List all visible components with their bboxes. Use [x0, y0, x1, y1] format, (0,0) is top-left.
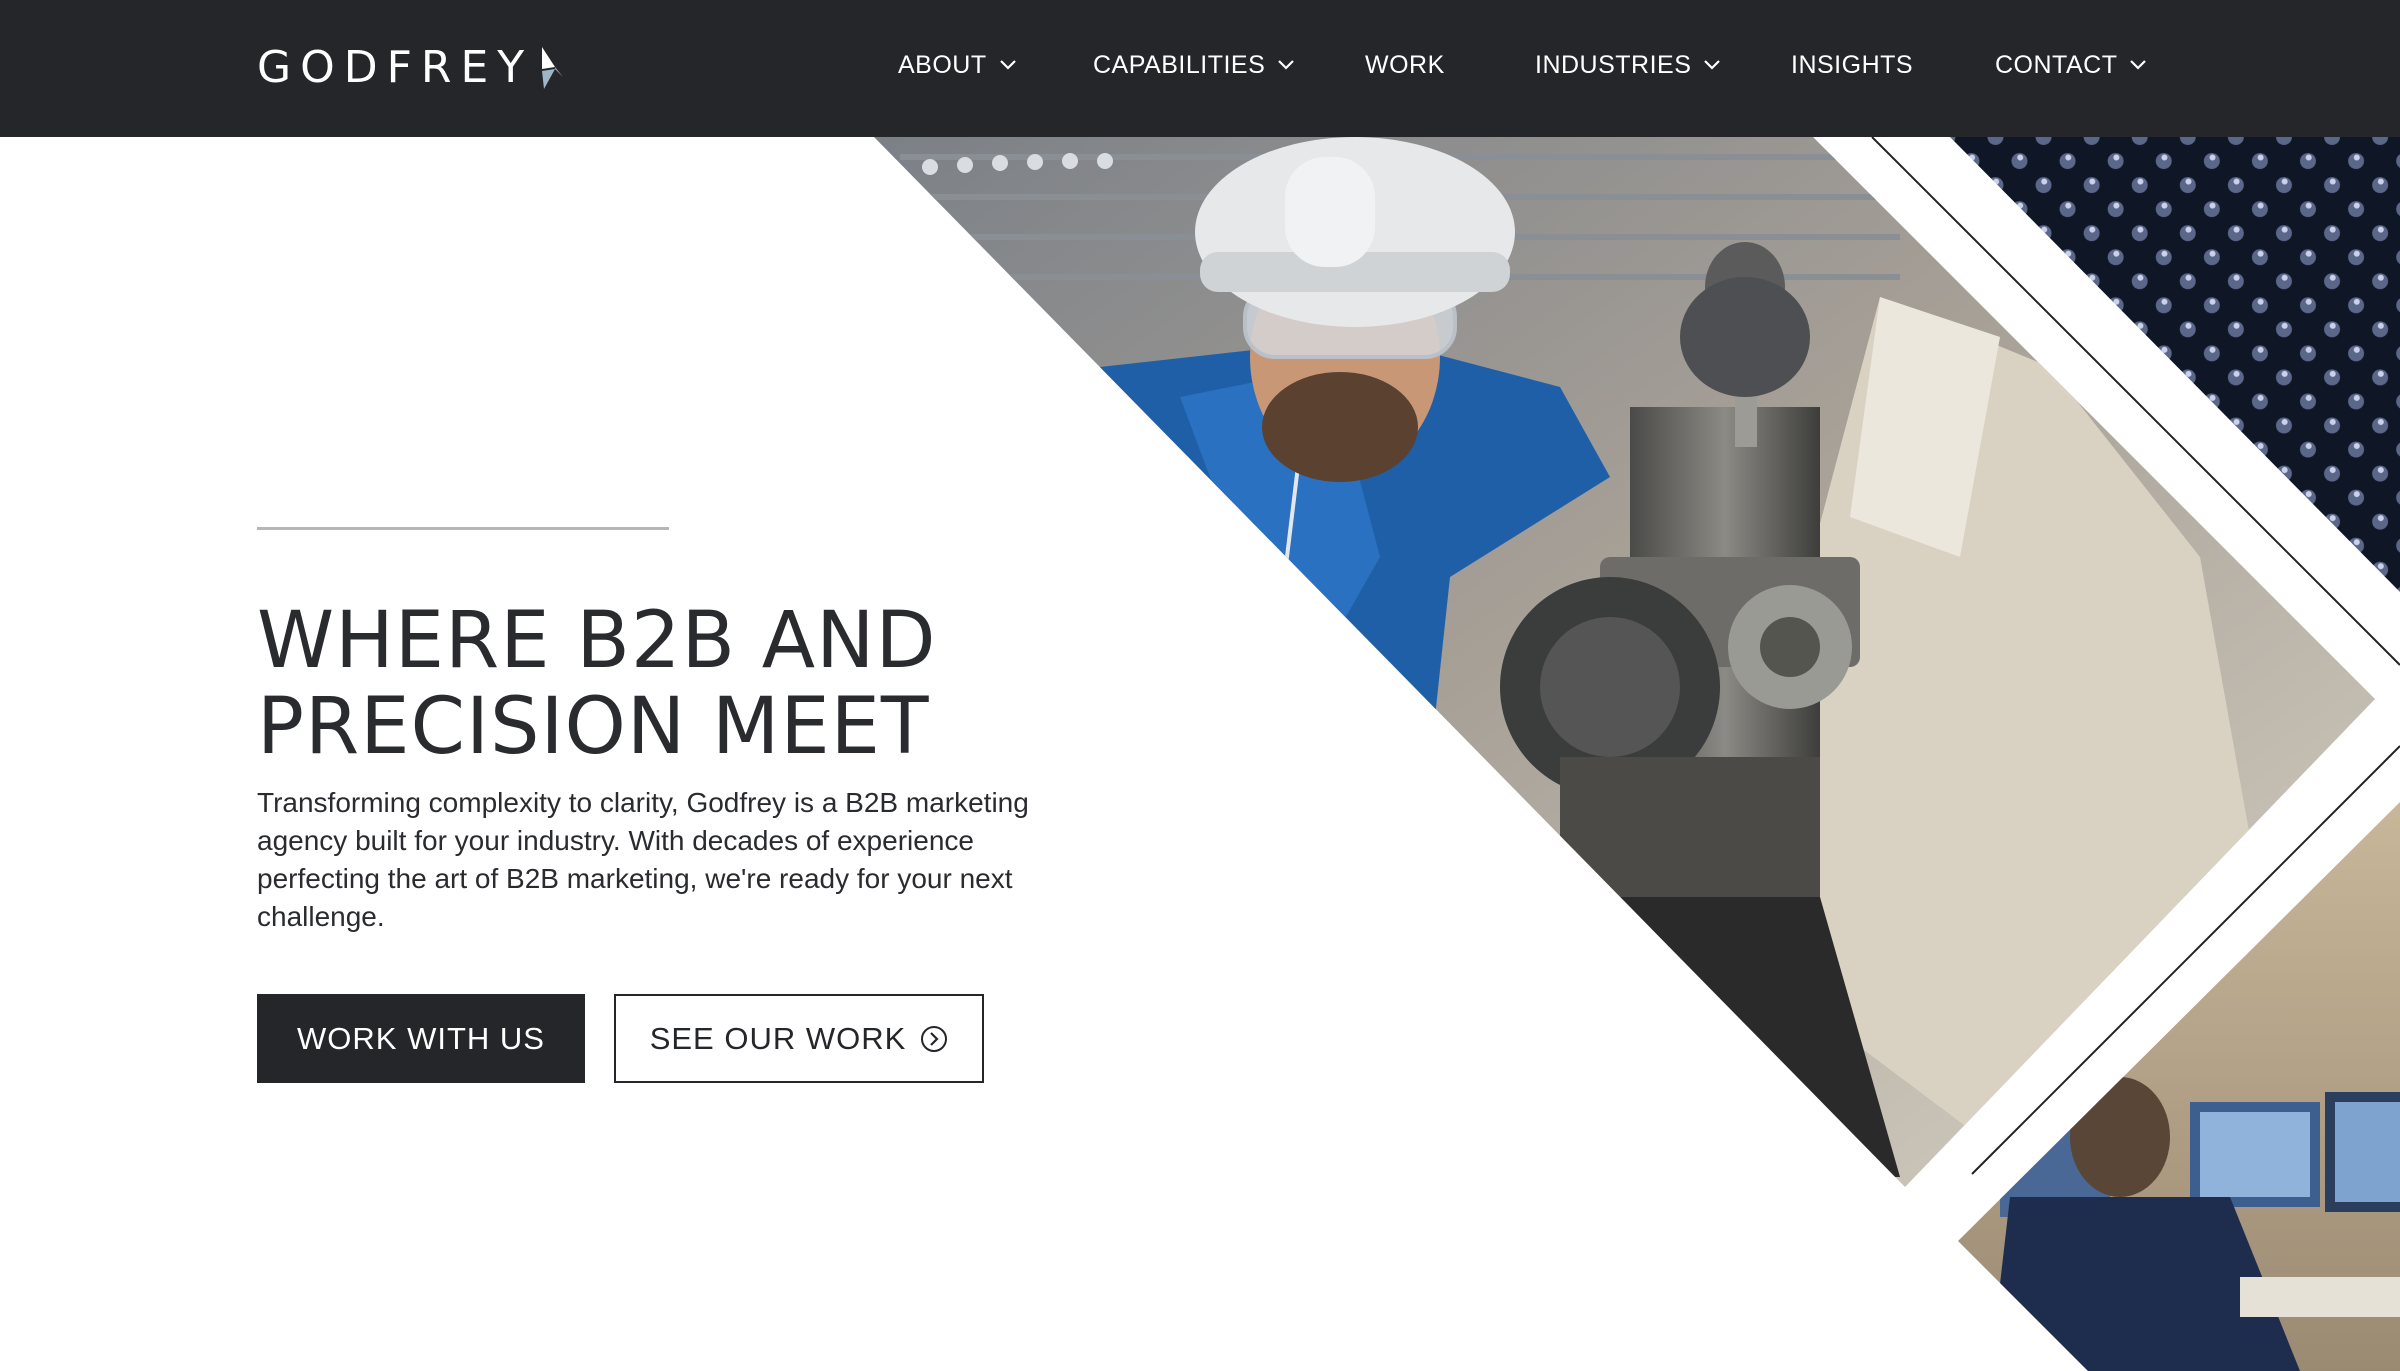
hero-title: WHERE B2B AND PRECISION MEET — [257, 598, 1157, 770]
nav-label: CONTACT — [1995, 50, 2118, 79]
chevron-right-circle-icon — [921, 1025, 948, 1052]
main-nav: ABOUT CAPABILITIES WORK INDUSTRIES INSIG… — [0, 40, 2400, 90]
work-with-us-button[interactable]: WORK WITH US — [257, 994, 585, 1083]
nav-item-contact[interactable]: CONTACT — [1995, 40, 2147, 90]
nav-item-about[interactable]: ABOUT — [898, 40, 1017, 90]
chevron-down-icon — [2130, 60, 2147, 70]
site-header: GODFREY ABOUT CAPABILITIES WORK INDUSTRI… — [0, 0, 2400, 137]
nav-label: INSIGHTS — [1791, 50, 1914, 79]
nav-item-industries[interactable]: INDUSTRIES — [1535, 40, 1721, 90]
hero-divider — [257, 527, 669, 530]
work-with-us-label: WORK WITH US — [297, 1020, 545, 1056]
hero-description: Transforming complexity to clarity, Godf… — [257, 787, 1029, 932]
see-our-work-button[interactable]: SEE OUR WORK — [614, 994, 984, 1083]
nav-item-insights[interactable]: INSIGHTS — [1791, 40, 1913, 90]
chevron-down-icon — [999, 60, 1016, 70]
nav-label: CAPABILITIES — [1093, 50, 1266, 79]
nav-item-work[interactable]: WORK — [1365, 40, 1445, 90]
see-our-work-label: SEE OUR WORK — [649, 1020, 907, 1056]
nav-label: INDUSTRIES — [1535, 50, 1692, 79]
nav-label: ABOUT — [898, 50, 987, 79]
chevron-down-icon — [1278, 60, 1295, 70]
nav-item-capabilities[interactable]: CAPABILITIES — [1093, 40, 1295, 90]
nav-label: WORK — [1365, 50, 1445, 79]
chevron-down-icon — [1704, 60, 1721, 70]
hero-title-line-2: PRECISION MEET — [257, 682, 930, 772]
hero-title-line-1: WHERE B2B AND — [257, 596, 937, 686]
